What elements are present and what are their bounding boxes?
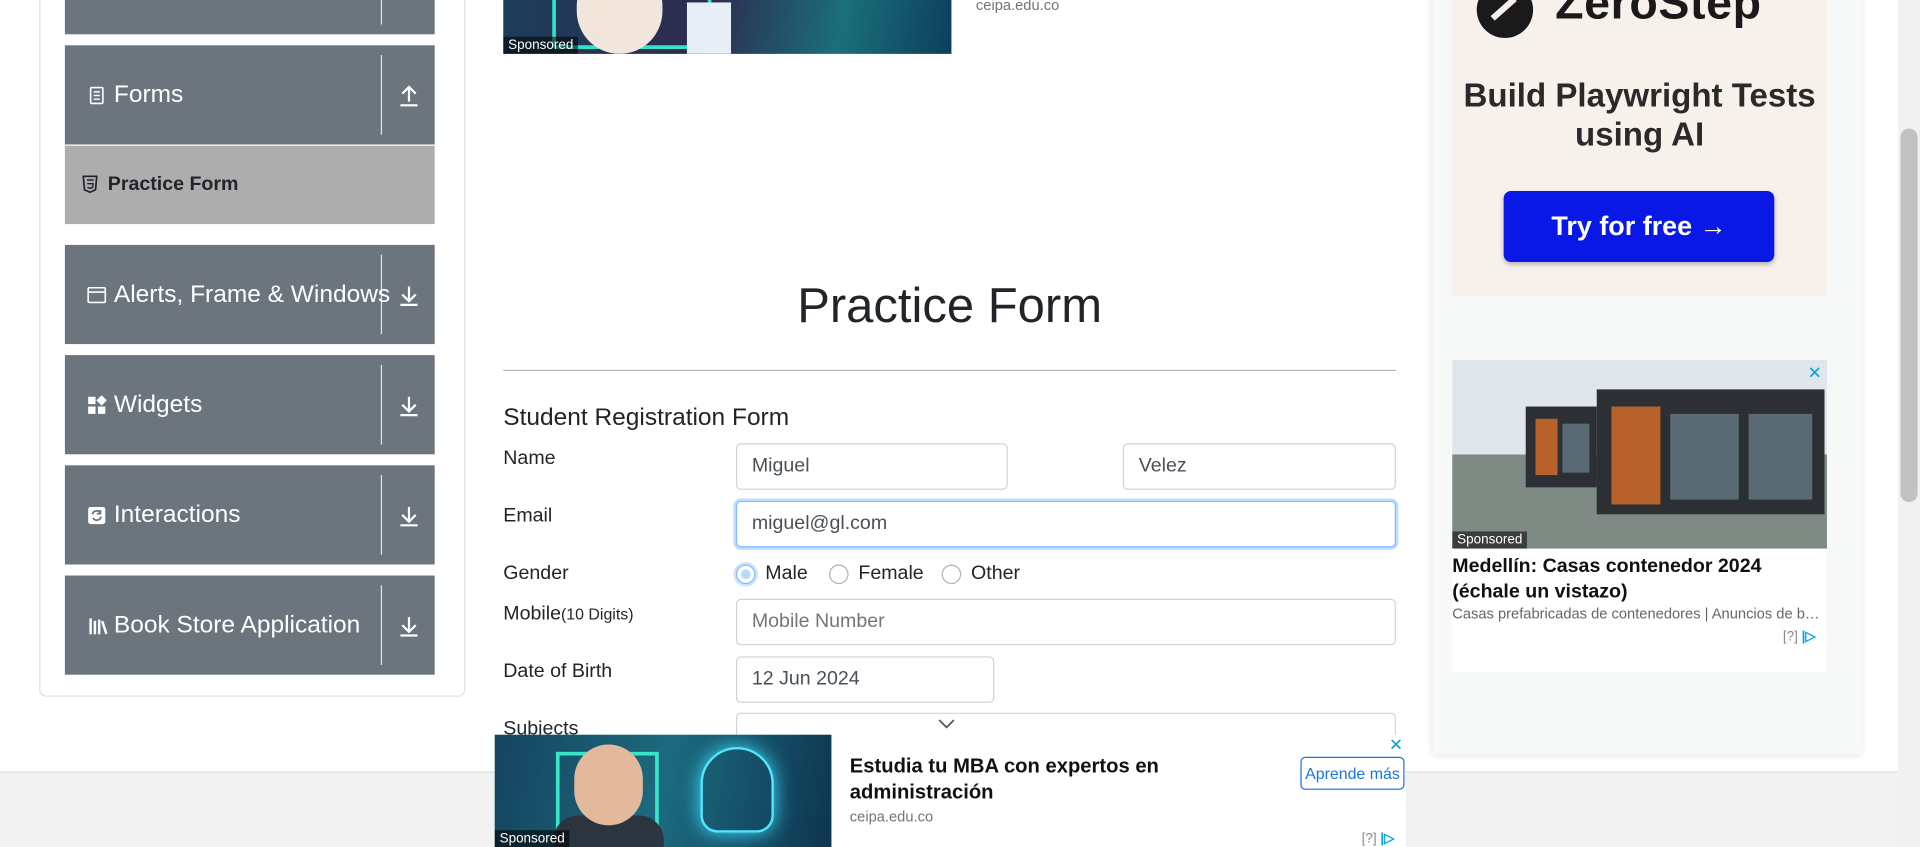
adchoices-arrow-icon: |▷ (1380, 831, 1395, 847)
gender-option-male[interactable]: Male (735, 561, 808, 588)
cabin-graphic (1525, 406, 1597, 488)
adchoices-icon[interactable]: [?] |▷ (1362, 830, 1395, 846)
close-icon[interactable]: ✕ (1808, 362, 1822, 383)
gender-option-other[interactable]: Other (941, 561, 1020, 588)
adchoices-label: [?] (1361, 831, 1377, 847)
scrollbar-thumb[interactable] (1900, 128, 1918, 503)
group-separator (380, 55, 383, 135)
gender-label-other[interactable]: Other (971, 563, 1020, 585)
expand-arrow-icon[interactable] (398, 613, 420, 637)
ad-person-face-graphic (574, 744, 643, 826)
bottom-ad[interactable]: Sponsored Estudia tu MBA con expertos en… (494, 734, 1406, 847)
date-of-birth-input[interactable] (735, 656, 995, 703)
form-icon (89, 86, 104, 104)
close-icon[interactable]: ✕ (1389, 735, 1403, 756)
ad-paper-graphic (686, 2, 732, 54)
name-label: Name (503, 448, 556, 469)
sidebar-group-label: Interactions (113, 500, 241, 528)
gender-option-female[interactable]: Female (828, 561, 924, 588)
bottom-ad-title[interactable]: Estudia tu MBA con expertos en administr… (850, 754, 1217, 805)
form-title: Student Registration Form (503, 404, 790, 432)
mobile-hint: (10 Digits) (560, 604, 634, 624)
try-for-free-button[interactable]: Try for free → (1503, 191, 1775, 263)
group-separator (380, 475, 383, 555)
adchoices-label: [?] (1782, 629, 1798, 645)
sidebar-group-label: Widgets (113, 390, 203, 418)
window-icon (87, 286, 107, 303)
bottom-ad-domain[interactable]: ceipa.edu.co (850, 808, 933, 825)
gender-radio-male[interactable] (735, 564, 756, 585)
sidebar-group-label: Book Store Application (113, 611, 361, 638)
page-scrollbar[interactable] (1897, 0, 1920, 847)
group-separator (380, 585, 383, 665)
house-ad-title[interactable]: Medellín: Casas contenedor 2024 (échale … (1452, 553, 1827, 604)
gender-radio-other[interactable] (941, 564, 962, 585)
mobile-label-text: Mobile (503, 603, 561, 625)
dob-label: Date of Birth (503, 661, 613, 683)
sponsored-tag: Sponsored (494, 830, 570, 847)
first-name-input[interactable] (735, 443, 1008, 490)
sidebar-item-label: Practice Form (107, 173, 239, 195)
aprende-mas-button[interactable]: Aprende más (1300, 756, 1405, 790)
interactions-icon (88, 506, 106, 524)
group-separator (380, 364, 383, 445)
adchoices-icon[interactable]: [?] |▷ (1783, 628, 1816, 644)
sidebar-group-label: Alerts, Frame & Windows (113, 280, 391, 308)
cabin-graphic (1596, 389, 1825, 515)
html5-icon (82, 175, 98, 194)
mobile-input[interactable] (735, 598, 1396, 646)
container-house-image[interactable]: Sponsored ✕ (1452, 360, 1827, 549)
sponsored-tag: Sponsored (1452, 531, 1528, 549)
sidebar-item-practice-form[interactable]: Practice Form (64, 145, 435, 225)
top-ad-domain[interactable]: ceipa.edu.co (976, 0, 1059, 13)
gender-label: Gender (503, 563, 569, 585)
books-icon (89, 617, 108, 634)
mobile-label: Mobile(10 Digits) (503, 604, 633, 626)
group-separator (380, 254, 383, 335)
gender-label-female[interactable]: Female (858, 563, 923, 585)
top-ad-image[interactable]: Sponsored (503, 0, 952, 54)
gender-radio-female[interactable] (828, 564, 849, 585)
last-name-input[interactable] (1122, 443, 1396, 490)
sidebar-group-forms[interactable]: Forms (64, 45, 435, 145)
expand-arrow-icon[interactable] (398, 503, 420, 527)
sidebar-group-book-store[interactable]: Book Store Application (64, 575, 435, 675)
adchoices-arrow-icon: |▷ (1801, 629, 1816, 645)
sidebar-group-alerts[interactable]: Alerts, Frame & Windows (64, 244, 435, 345)
group-separator (380, 0, 383, 25)
sidebar-group-widgets[interactable]: Widgets (64, 355, 435, 455)
collapse-arrow-icon[interactable] (398, 83, 420, 107)
expand-arrow-icon[interactable] (398, 282, 420, 306)
sidebar-group-elements[interactable] (64, 0, 435, 35)
house-ad[interactable]: Sponsored ✕ Medellín: Casas contenedor 2… (1452, 360, 1827, 673)
sidebar-group-label: Forms (113, 80, 184, 108)
chevron-down-icon[interactable] (938, 718, 955, 730)
house-ad-subtitle[interactable]: Casas prefabricadas de contenedores | An… (1452, 605, 1827, 622)
page-title: Practice Form (797, 279, 1103, 334)
bottom-ad-image[interactable]: Sponsored (494, 734, 832, 847)
gender-label-male[interactable]: Male (765, 563, 807, 585)
widgets-icon (88, 394, 107, 414)
sidebar-group-interactions[interactable]: Interactions (64, 465, 435, 565)
title-divider (503, 369, 1396, 372)
expand-arrow-icon[interactable] (398, 392, 420, 416)
zerostep-logo-text: ZeroStep (1555, 0, 1762, 30)
email-input[interactable] (735, 500, 1396, 548)
page: Forms Practice Form Alerts, Frame & Wind… (0, 0, 1920, 847)
zerostep-headline: Build Playwright Tests using AI (1463, 77, 1816, 154)
sponsored-tag: Sponsored (503, 36, 579, 54)
email-label: Email (503, 505, 553, 527)
lightbulb-icon (700, 746, 774, 833)
